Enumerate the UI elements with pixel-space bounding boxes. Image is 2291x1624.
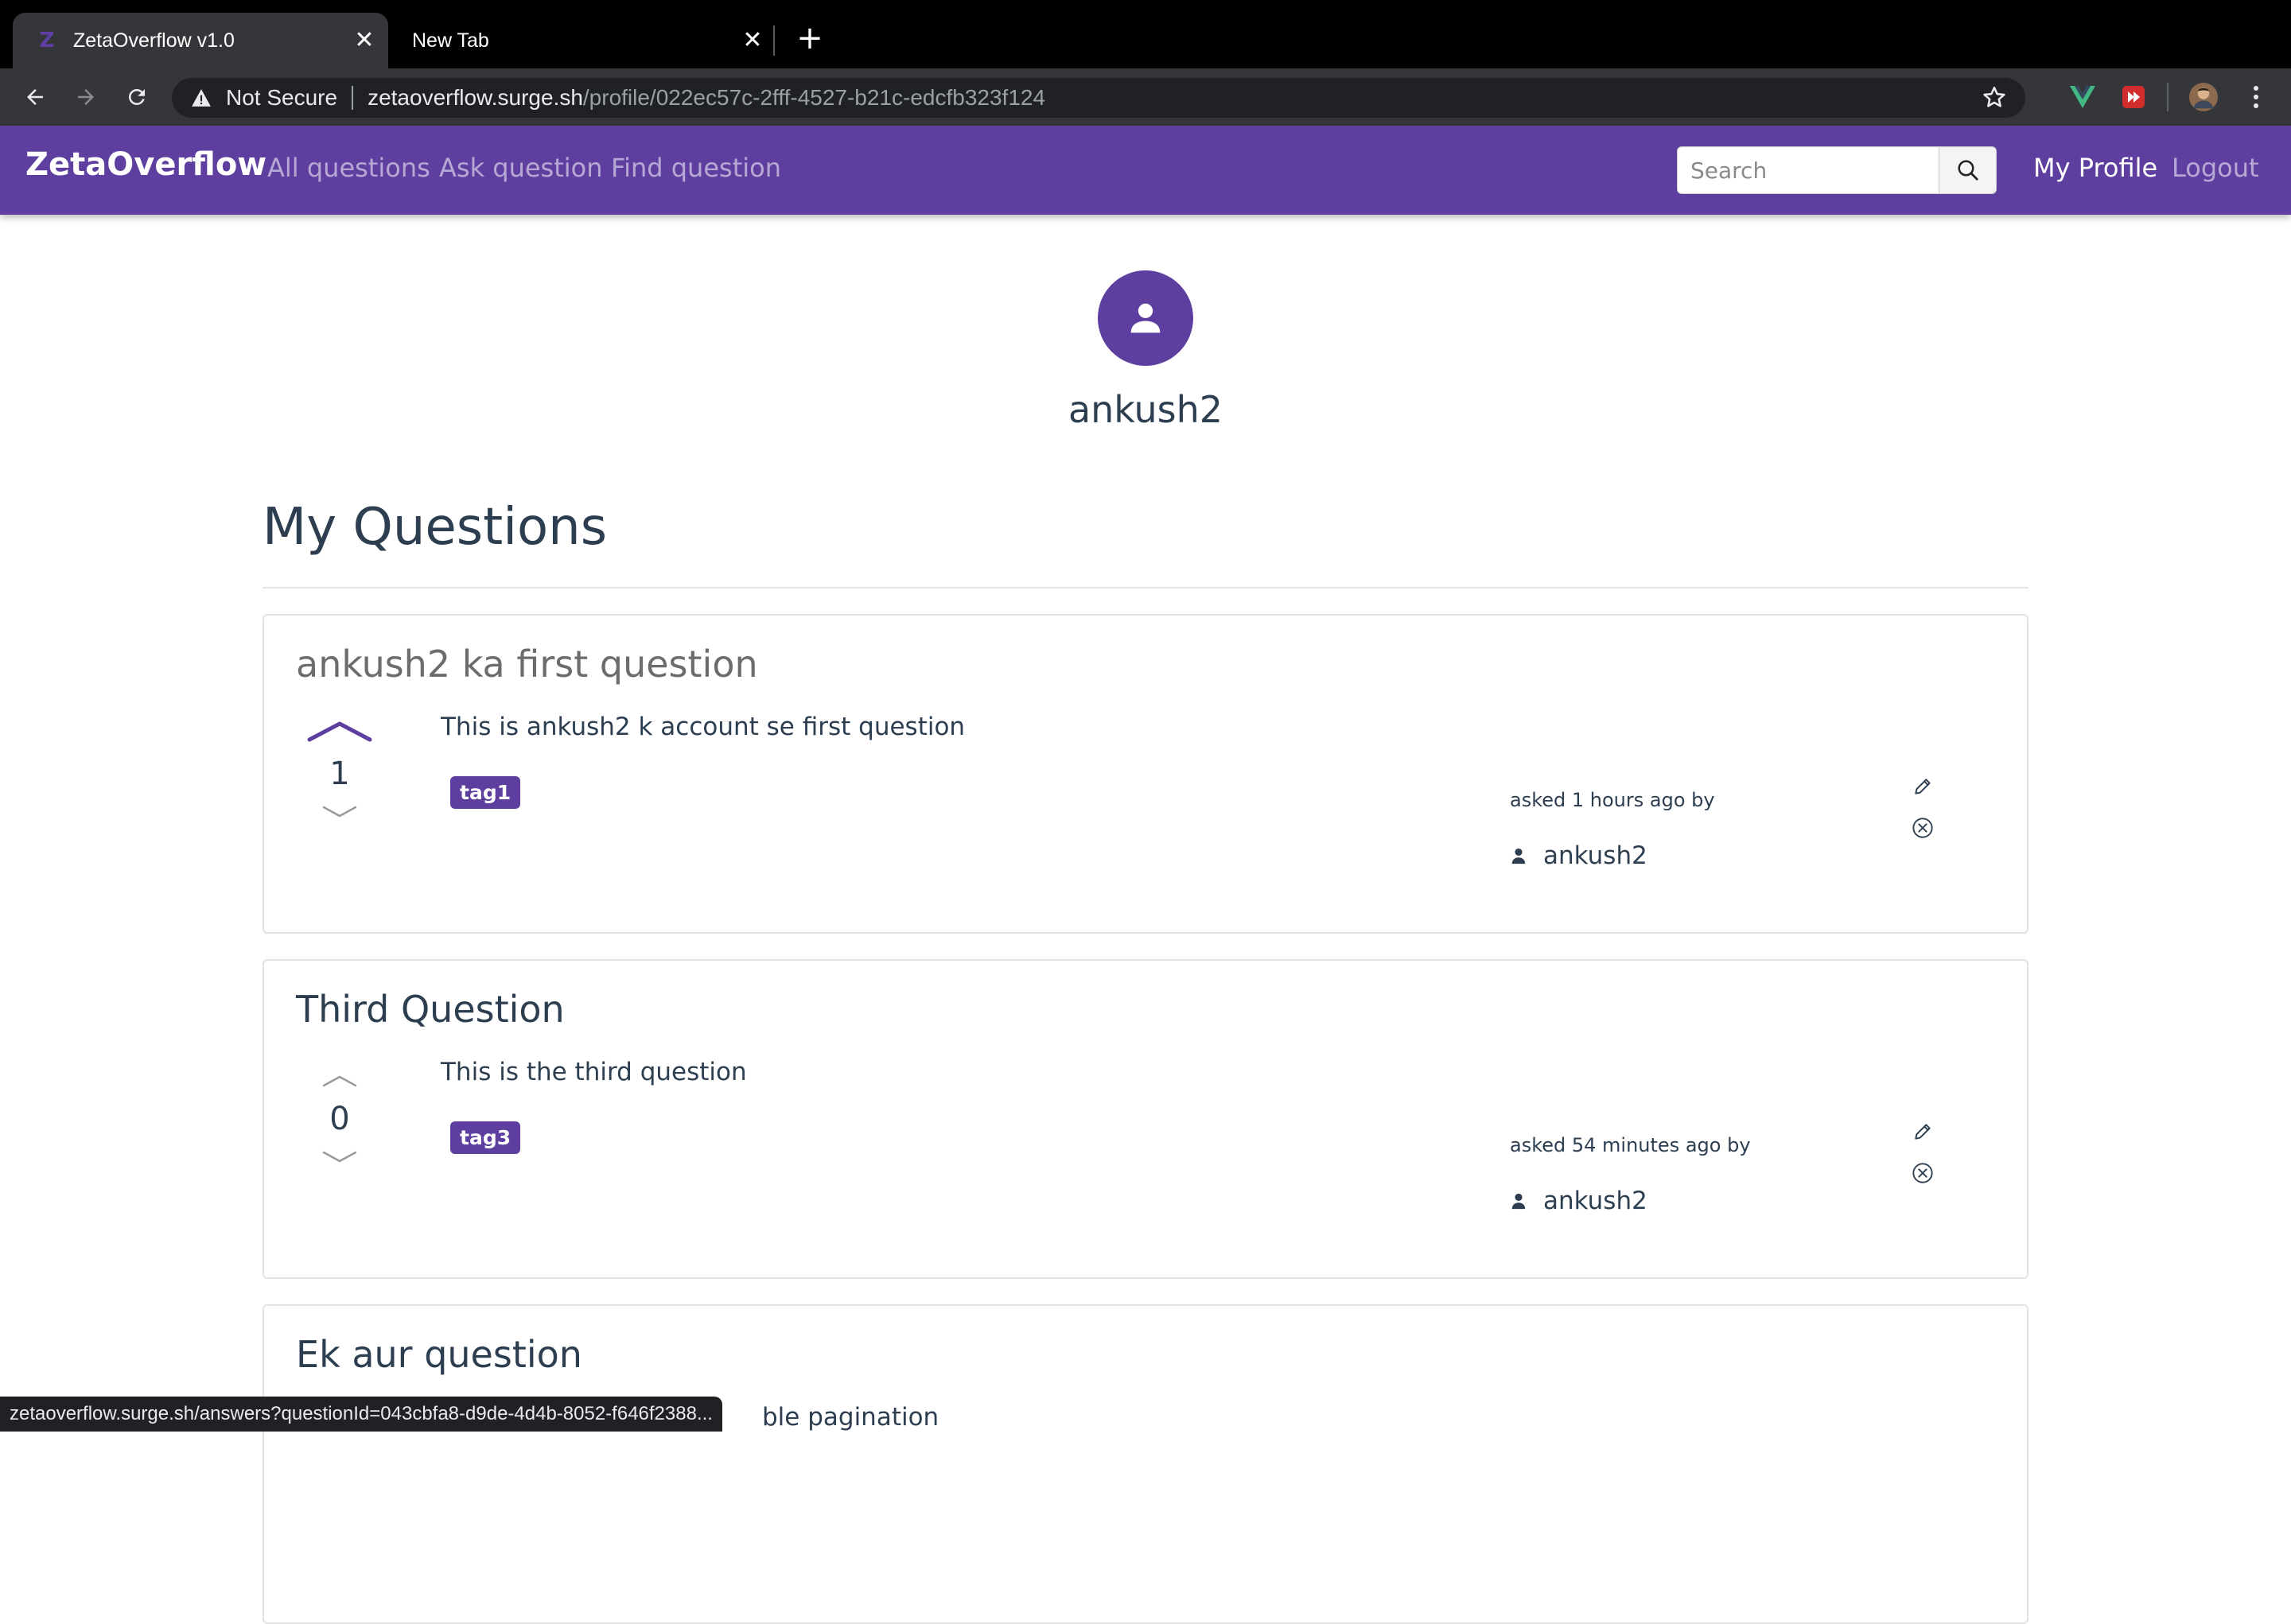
tab-divider bbox=[773, 25, 775, 56]
edit-pencil-icon[interactable] bbox=[1911, 775, 1935, 798]
app-navbar: ZetaOverflow All questions Ask question … bbox=[0, 126, 2291, 215]
kebab-menu-icon[interactable] bbox=[2242, 83, 2270, 111]
vote-widget: 0 bbox=[304, 1064, 375, 1164]
nav-my-profile[interactable]: My Profile bbox=[2033, 153, 2157, 183]
person-icon bbox=[1130, 303, 1161, 333]
address-bar[interactable]: Not Secure zetaoverflow.surge.sh /profil… bbox=[172, 78, 2025, 118]
search-input[interactable] bbox=[1677, 146, 1939, 194]
person-icon bbox=[1511, 1193, 1526, 1210]
author-name[interactable]: ankush2 bbox=[1543, 1187, 1647, 1215]
nav-all-questions[interactable]: All questions bbox=[267, 153, 430, 183]
author: ankush2 bbox=[1510, 841, 1647, 870]
search-button[interactable] bbox=[1939, 146, 1997, 194]
browser-tab-bar: Z ZetaOverflow v1.0 ✕ New Tab ✕ + bbox=[0, 0, 2291, 68]
bookmark-star-icon[interactable] bbox=[1981, 84, 2008, 111]
vote-count: 0 bbox=[329, 1101, 350, 1137]
url-path: /profile/022ec57c-2fff-4527-b21c-edcfb32… bbox=[582, 85, 1046, 110]
question-body: This is the third question bbox=[441, 1058, 747, 1086]
tag-badge[interactable]: tag3 bbox=[450, 1121, 521, 1154]
zetaoverflow-favicon-icon: Z bbox=[39, 29, 55, 52]
section-title: My Questions bbox=[263, 498, 608, 557]
delete-close-circle-icon[interactable] bbox=[1911, 1161, 1935, 1185]
url-host: zetaoverflow.surge.sh bbox=[368, 85, 583, 110]
browser-tab-active[interactable]: Z ZetaOverflow v1.0 ✕ bbox=[13, 13, 388, 68]
back-arrow-icon[interactable] bbox=[18, 80, 53, 115]
warning-icon[interactable] bbox=[189, 86, 213, 110]
section-divider bbox=[263, 587, 2028, 589]
extension-red-icon[interactable] bbox=[2119, 83, 2148, 111]
author: ankush2 bbox=[1510, 1187, 1647, 1215]
nav-ask-question[interactable]: Ask question bbox=[439, 153, 603, 183]
question-card: ankush2 ka first question 1 This is anku… bbox=[263, 614, 2028, 934]
tab-title: New Tab bbox=[412, 29, 489, 52]
brand-logo[interactable]: ZetaOverflow bbox=[25, 146, 266, 183]
question-body: This is ankush2 k account se first quest… bbox=[441, 713, 966, 741]
vote-count: 1 bbox=[329, 756, 350, 792]
downvote-chevron-icon[interactable] bbox=[321, 805, 358, 819]
question-title[interactable]: Third Question bbox=[296, 988, 565, 1031]
profile-avatar-icon[interactable] bbox=[2189, 83, 2218, 111]
delete-close-circle-icon[interactable] bbox=[1911, 816, 1935, 840]
browser-toolbar: Not Secure zetaoverflow.surge.sh /profil… bbox=[0, 68, 2291, 126]
upvote-chevron-icon[interactable] bbox=[321, 1074, 358, 1088]
browser-tab-new-tab[interactable]: New Tab ✕ bbox=[395, 13, 776, 68]
question-title[interactable]: ankush2 ka first question bbox=[296, 643, 758, 686]
nav-logout[interactable]: Logout bbox=[2172, 153, 2259, 183]
search-form bbox=[1677, 146, 1997, 194]
asked-meta: asked 1 hours ago by bbox=[1510, 789, 1715, 811]
downvote-chevron-icon[interactable] bbox=[321, 1150, 358, 1164]
question-card: Third Question 0 This is the third quest… bbox=[263, 959, 2028, 1279]
security-label[interactable]: Not Secure bbox=[226, 85, 337, 111]
search-icon bbox=[1958, 160, 1978, 181]
upvote-chevron-icon[interactable] bbox=[306, 719, 373, 743]
question-card: Ek aur question bbox=[263, 1304, 2028, 1624]
author-name[interactable]: ankush2 bbox=[1543, 841, 1647, 870]
forward-arrow-icon[interactable] bbox=[68, 80, 103, 115]
nav-find-question[interactable]: Find question bbox=[611, 153, 781, 183]
tab-close-icon[interactable]: ✕ bbox=[348, 29, 380, 52]
vue-devtools-extension-icon[interactable] bbox=[2068, 83, 2097, 111]
question-body: ble pagination bbox=[762, 1403, 939, 1432]
link-status-bubble: zetaoverflow.surge.sh/answers?questionId… bbox=[0, 1397, 722, 1432]
tab-title: ZetaOverflow v1.0 bbox=[73, 29, 235, 52]
toolbar-divider bbox=[2167, 83, 2168, 111]
tab-close-icon[interactable]: ✕ bbox=[737, 29, 768, 52]
edit-pencil-icon[interactable] bbox=[1911, 1120, 1935, 1144]
reload-icon[interactable] bbox=[119, 80, 154, 115]
profile-username: ankush2 bbox=[1068, 388, 1223, 431]
asked-meta: asked 54 minutes ago by bbox=[1510, 1134, 1751, 1156]
address-divider bbox=[352, 86, 354, 110]
tag-badge[interactable]: tag1 bbox=[450, 776, 521, 809]
new-tab-plus-icon[interactable]: + bbox=[792, 21, 827, 56]
vote-widget: 1 bbox=[304, 719, 375, 819]
person-icon bbox=[1511, 848, 1526, 864]
user-avatar bbox=[1098, 270, 1193, 366]
question-title[interactable]: Ek aur question bbox=[296, 1333, 582, 1376]
